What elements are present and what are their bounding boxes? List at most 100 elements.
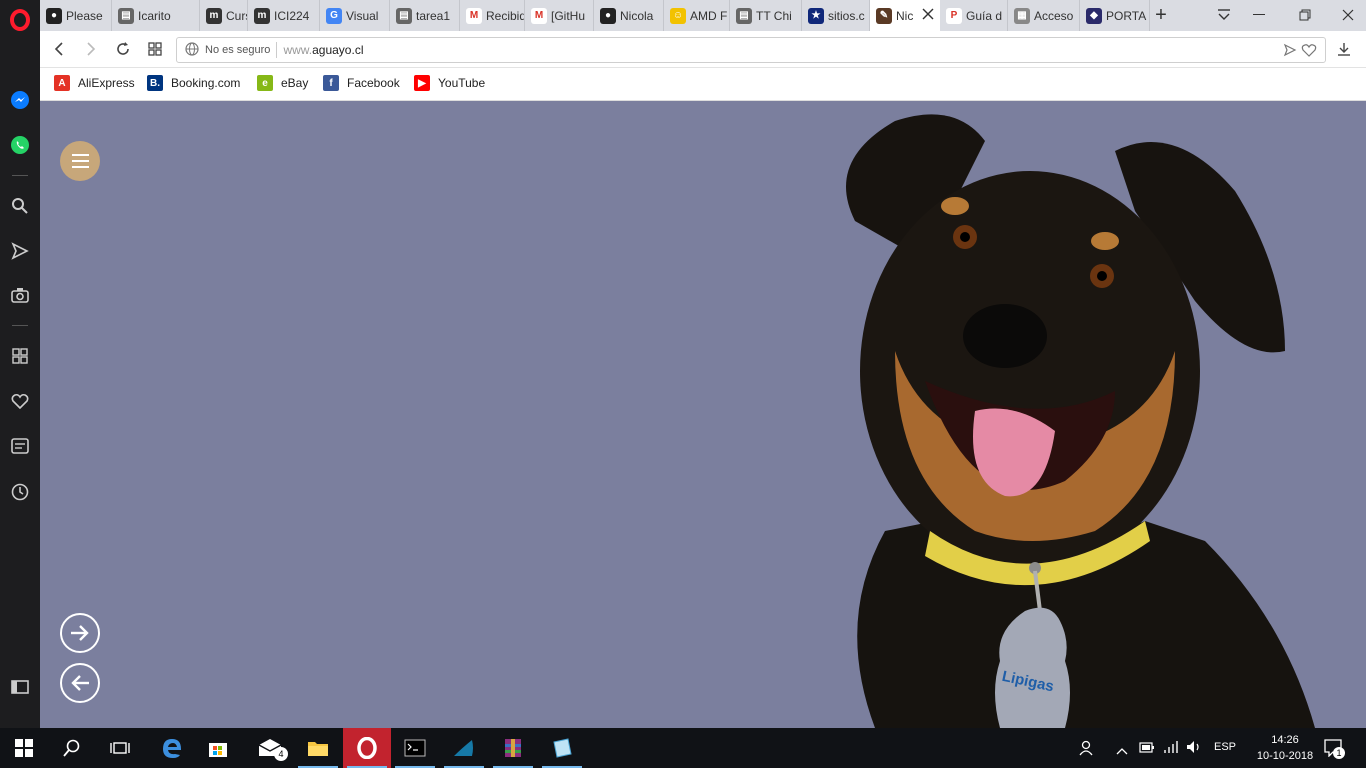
bookmark-label: AliExpress (78, 76, 135, 90)
tab-label: tarea1 (416, 8, 451, 23)
bookmark-1[interactable]: A AliExpress (54, 75, 135, 91)
speed-dial-icon[interactable] (0, 336, 40, 376)
github-icon: ● (46, 7, 62, 24)
close-window-button[interactable] (1342, 8, 1354, 26)
close-tab-icon[interactable] (922, 8, 934, 23)
bookmark-5[interactable]: ▶ YouTube (414, 75, 485, 91)
bookmark-heart-icon[interactable] (1301, 43, 1317, 60)
tab-14[interactable]: P Guía d (940, 0, 1008, 31)
opera-logo-icon[interactable] (0, 0, 40, 40)
bookmark-3[interactable]: e eBay (257, 75, 308, 91)
ebay-icon: e (257, 75, 273, 91)
github-icon: ● (600, 7, 616, 24)
bookmarks-bar: A AliExpress B. Booking.com e eBay f Facebook ▶ Y… (40, 68, 1366, 101)
bookmark-2[interactable]: B. Booking.com (147, 75, 240, 91)
moodle-icon: m (254, 7, 270, 24)
tab-5[interactable]: G Visual (320, 0, 390, 31)
tab-11[interactable]: ▤ TT Chi (730, 0, 802, 31)
edge-icon[interactable] (148, 728, 196, 768)
download-icon[interactable] (1337, 42, 1351, 61)
tab-label: sitios.c (828, 8, 865, 23)
history-icon[interactable] (0, 472, 40, 512)
tab-4[interactable]: m ICI224 (248, 0, 320, 31)
mail-icon[interactable]: 4 (246, 728, 294, 768)
tab-15[interactable]: ▦ Acceso (1008, 0, 1080, 31)
task-view-icon[interactable] (96, 728, 144, 768)
smiley-icon: ☺ (670, 7, 686, 24)
search-icon[interactable] (0, 186, 40, 226)
tab-6[interactable]: ▤ tarea1 (390, 0, 460, 31)
store-icon[interactable] (194, 728, 242, 768)
new-tab-button[interactable]: + (1150, 0, 1172, 31)
tab-label: ICI224 (274, 8, 310, 23)
tab-12[interactable]: ★ sitios.c (802, 0, 870, 31)
battery-icon[interactable] (1139, 740, 1155, 759)
google-icon: G (326, 7, 342, 24)
opera-taskbar-icon[interactable] (343, 728, 391, 768)
tab-16[interactable]: ◆ PORTA (1080, 0, 1150, 31)
arrow-left-icon (71, 675, 89, 691)
gmail-icon: M (531, 7, 547, 24)
tab-10[interactable]: ☺ AMD F (664, 0, 730, 31)
grid-icon: ▦ (1014, 7, 1030, 24)
arrow-right-icon (71, 625, 89, 641)
tab-9[interactable]: ● Nicola (594, 0, 664, 31)
pdf-icon: P (946, 7, 962, 24)
previous-slide-button[interactable] (60, 663, 100, 703)
url-field[interactable]: No es seguro www. aguayo.cl (176, 37, 1326, 63)
camera-icon[interactable] (0, 275, 40, 315)
messenger-icon[interactable] (0, 80, 40, 120)
volume-icon[interactable] (1186, 740, 1202, 759)
sidebar-toggle-icon[interactable] (0, 667, 40, 707)
hamburger-menu-button[interactable] (60, 141, 100, 181)
wireshark-icon[interactable] (440, 728, 488, 768)
people-icon[interactable] (1078, 739, 1096, 762)
gmail-icon: M (466, 7, 482, 24)
tab-13[interactable]: ✎ Nic (870, 0, 940, 31)
site-icon: ✎ (876, 7, 892, 24)
whatsapp-icon[interactable] (0, 125, 40, 165)
search-icon[interactable] (48, 728, 96, 768)
tab-menu-icon[interactable] (1216, 8, 1232, 27)
send-icon[interactable] (0, 231, 40, 271)
clock[interactable]: 14:26 10-10-2018 (1250, 732, 1320, 764)
news-icon[interactable] (0, 426, 40, 466)
tab-7[interactable]: M Recibid (460, 0, 525, 31)
language-indicator[interactable]: ESP (1214, 741, 1236, 753)
youtube-icon: ▶ (414, 75, 430, 91)
security-label[interactable]: No es seguro (205, 44, 270, 56)
next-slide-button[interactable] (60, 613, 100, 653)
url-prefix: www. (283, 43, 313, 57)
tab-label: Nicola (620, 8, 654, 23)
back-icon[interactable] (52, 42, 66, 61)
minimize-button[interactable] (1253, 14, 1265, 15)
speed-dial-icon[interactable] (148, 42, 162, 61)
restore-button[interactable] (1299, 8, 1311, 26)
tab-label: PORTA (1106, 8, 1147, 23)
heart-icon[interactable] (0, 381, 40, 421)
reload-icon[interactable] (115, 41, 131, 62)
file-explorer-icon[interactable] (294, 728, 342, 768)
tab-label: TT Chi (756, 8, 792, 23)
winrar-icon[interactable] (489, 728, 537, 768)
windows-start-icon[interactable] (0, 728, 48, 768)
snap-send-icon[interactable] (1283, 43, 1297, 60)
bookmark-4[interactable]: f Facebook (323, 75, 400, 91)
notifications-icon[interactable]: 1 (1324, 739, 1345, 762)
tab-label: Guía d (966, 8, 1003, 23)
sidebar-divider (12, 325, 28, 326)
terminal-icon[interactable] (391, 728, 439, 768)
tab-1[interactable]: ● Please (40, 0, 112, 31)
tab-8[interactable]: M [GitHu (525, 0, 594, 31)
menu-line (71, 154, 89, 156)
wifi-icon[interactable] (1164, 740, 1180, 759)
facebook-icon: f (323, 75, 339, 91)
aliexpress-icon: A (54, 75, 70, 91)
tab-label: [GitHu (551, 8, 586, 23)
forward-icon[interactable] (84, 42, 98, 61)
chevron-up-icon[interactable] (1116, 742, 1128, 760)
tab-2[interactable]: ▤ Icarito (112, 0, 200, 31)
app-notepad-icon[interactable] (538, 728, 586, 768)
tab-3[interactable]: m Curso: (200, 0, 248, 31)
document-icon: ▤ (118, 7, 134, 24)
